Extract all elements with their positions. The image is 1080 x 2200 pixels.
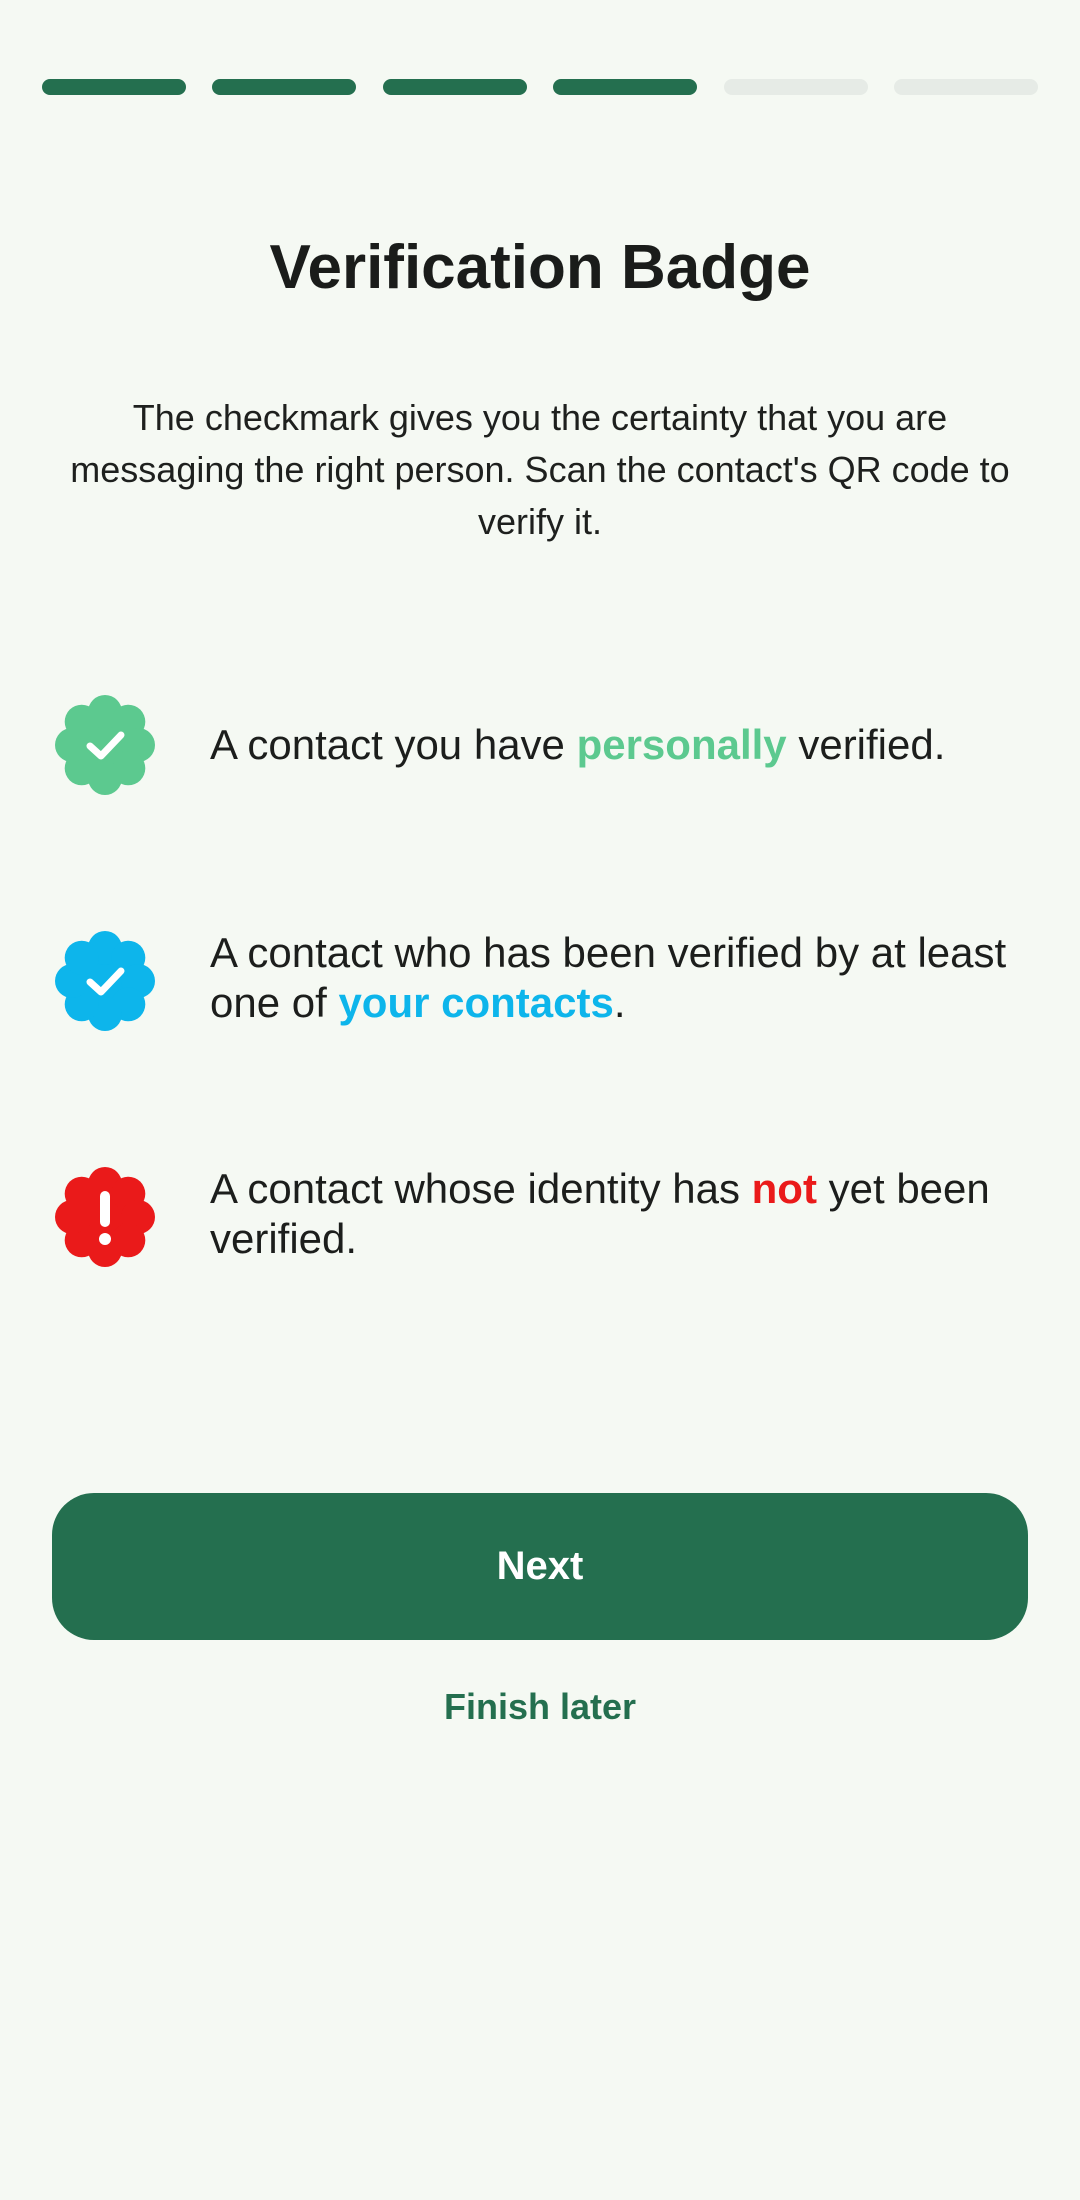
badge-row-unverified-text: A contact whose identity has not yet bee… xyxy=(210,1165,990,1262)
progress-step-3 xyxy=(382,79,527,95)
blue-check-badge-icon xyxy=(52,928,158,1034)
page-description: The checkmark gives you the certainty th… xyxy=(70,397,1010,542)
page-title: Verification Badge xyxy=(269,233,811,302)
highlight-not: not xyxy=(751,1165,817,1212)
progress-step-2 xyxy=(212,79,357,95)
progress-step-5 xyxy=(723,79,868,95)
finish-later-link[interactable]: Finish later xyxy=(0,1680,1080,1734)
badge-row-contacts-text: A contact who has been verified by at le… xyxy=(210,929,1007,1026)
onboarding-progress xyxy=(42,79,1038,95)
highlight-your-contacts: your contacts xyxy=(338,979,614,1026)
progress-step-6 xyxy=(893,79,1038,95)
green-check-badge-icon xyxy=(52,692,158,798)
red-exclamation-badge-icon xyxy=(52,1164,158,1270)
highlight-personally: personally xyxy=(576,721,787,768)
progress-step-4 xyxy=(553,79,698,95)
next-button[interactable]: Next xyxy=(52,1493,1028,1640)
progress-step-1 xyxy=(42,79,186,95)
badge-row-personal-text: A contact you have personally verified. xyxy=(210,721,946,768)
